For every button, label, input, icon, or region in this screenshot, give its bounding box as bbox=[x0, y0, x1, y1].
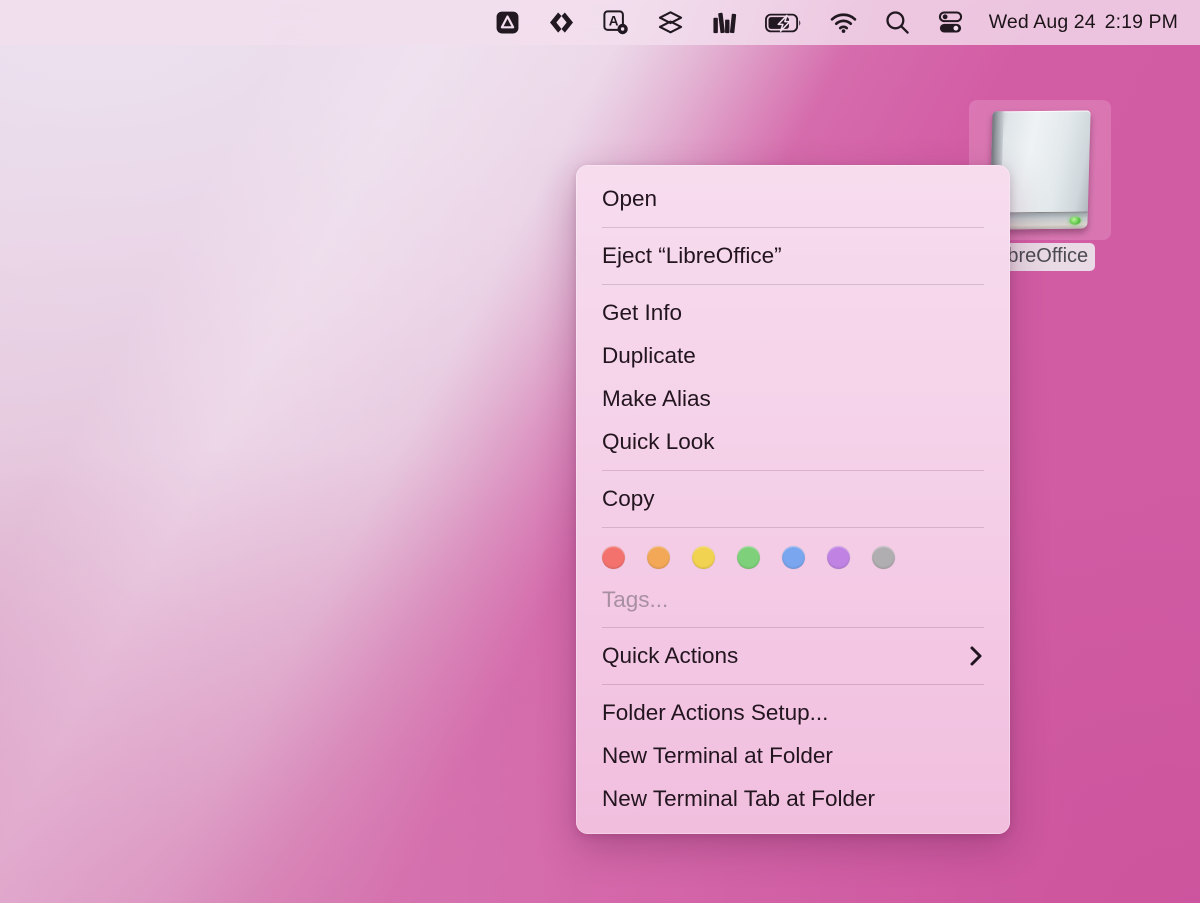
menu-separator bbox=[576, 520, 1010, 534]
menu-item-label: Get Info bbox=[602, 299, 683, 325]
chevron-right-icon bbox=[969, 645, 984, 667]
menu-item-new-terminal-tab-at-folder[interactable]: New Terminal Tab at Folder bbox=[576, 777, 1010, 820]
code-chevrons-icon[interactable] bbox=[534, 0, 589, 45]
context-menu[interactable]: Open Eject “LibreOffice” Get Info Duplic… bbox=[576, 165, 1010, 834]
menu-item-folder-actions-setup[interactable]: Folder Actions Setup... bbox=[576, 691, 1010, 734]
menu-separator bbox=[576, 677, 1010, 691]
menu-item-label: Eject “LibreOffice” bbox=[602, 242, 782, 268]
menu-item-label: New Terminal at Folder bbox=[602, 742, 833, 768]
menu-item-eject[interactable]: Eject “LibreOffice” bbox=[576, 234, 1010, 277]
menu-item-label: New Terminal Tab at Folder bbox=[602, 785, 876, 811]
wifi-icon[interactable] bbox=[816, 0, 871, 45]
menu-bar-clock[interactable]: Wed Aug 24 2:19 PM bbox=[977, 11, 1184, 34]
menu-separator bbox=[576, 220, 1010, 234]
text-replacement-icon[interactable]: A bbox=[589, 0, 643, 45]
menu-separator bbox=[576, 463, 1010, 477]
menu-item-duplicate[interactable]: Duplicate bbox=[576, 334, 1010, 377]
menu-item-make-alias[interactable]: Make Alias bbox=[576, 377, 1010, 420]
tag-orange[interactable] bbox=[647, 545, 670, 569]
menu-separator bbox=[576, 277, 1010, 291]
menu-separator bbox=[576, 620, 1010, 634]
tag-purple[interactable] bbox=[827, 545, 850, 569]
menu-bar: A Wed Aug 24 2:19 PM bbox=[0, 0, 1200, 45]
tags-placeholder-label: Tags... bbox=[602, 587, 669, 612]
menu-item-new-terminal-at-folder[interactable]: New Terminal at Folder bbox=[576, 734, 1010, 777]
desktop[interactable]: A Wed Aug 24 2:19 PM LibreOffice Open Ej… bbox=[0, 0, 1200, 903]
menu-item-label: Duplicate bbox=[602, 342, 696, 368]
svg-text:A: A bbox=[609, 13, 619, 28]
menu-item-quick-actions[interactable]: Quick Actions bbox=[576, 634, 1010, 677]
menu-item-open[interactable]: Open bbox=[576, 177, 1010, 220]
menu-item-label: Quick Actions bbox=[602, 642, 739, 668]
menu-item-get-info[interactable]: Get Info bbox=[576, 291, 1010, 334]
menu-bar-time: 2:19 PM bbox=[1104, 11, 1178, 33]
tag-red[interactable] bbox=[602, 545, 625, 569]
battery-charging-icon[interactable] bbox=[751, 0, 816, 45]
tag-yellow[interactable] bbox=[692, 545, 715, 569]
spotlight-search-icon[interactable] bbox=[871, 0, 924, 45]
menu-item-label: Make Alias bbox=[602, 385, 711, 411]
menu-item-label: Quick Look bbox=[602, 428, 715, 454]
menu-item-label: Copy bbox=[602, 485, 655, 511]
menu-item-quick-look[interactable]: Quick Look bbox=[576, 420, 1010, 463]
tag-gray[interactable] bbox=[872, 545, 895, 569]
menu-bar-date: Wed Aug 24 bbox=[988, 11, 1096, 33]
layers-icon[interactable] bbox=[643, 0, 698, 45]
tag-green[interactable] bbox=[737, 545, 760, 569]
control-center-icon[interactable] bbox=[924, 0, 977, 45]
menu-item-label: Open bbox=[602, 185, 658, 211]
tag-blue[interactable] bbox=[782, 545, 805, 569]
menu-item-label: Folder Actions Setup... bbox=[602, 699, 829, 725]
tag-color-row bbox=[576, 534, 1010, 580]
menu-item-copy[interactable]: Copy bbox=[576, 477, 1010, 520]
stats-bars-icon[interactable] bbox=[698, 0, 751, 45]
menu-bar-status-items: A Wed Aug 24 2:19 PM bbox=[481, 0, 1184, 45]
tags-input[interactable]: Tags... bbox=[576, 580, 1010, 620]
affinity-icon[interactable] bbox=[481, 0, 534, 45]
